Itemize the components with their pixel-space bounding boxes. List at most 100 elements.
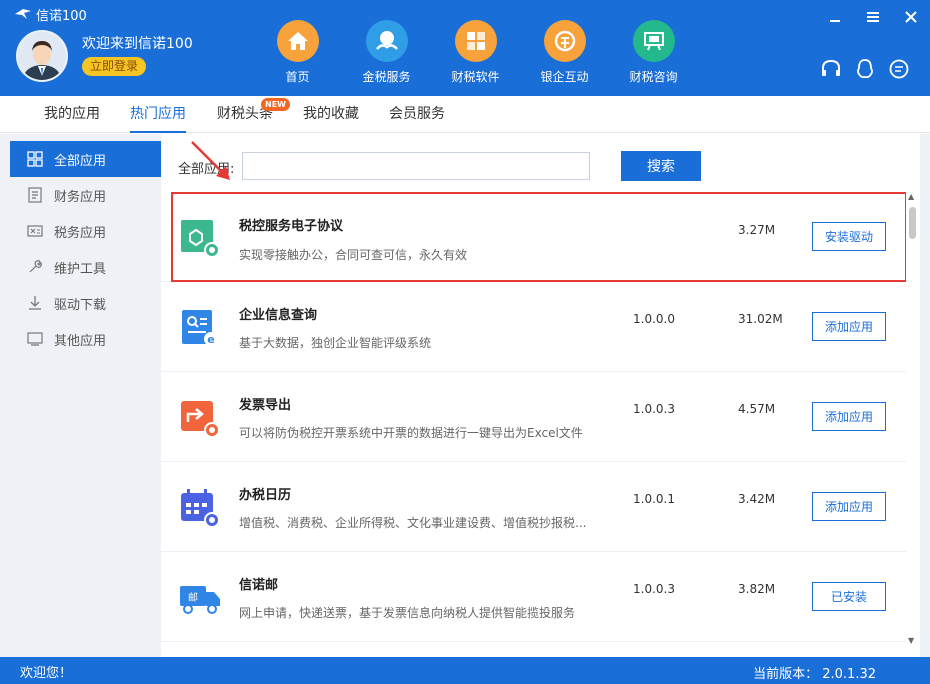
sidebar-item-all[interactable]: 全部应用 — [10, 141, 161, 177]
download-icon — [26, 294, 44, 312]
add-app-button[interactable]: 添加应用 — [812, 492, 886, 521]
nav-home[interactable]: 首页 — [253, 20, 342, 85]
app-name: 办税日历 — [239, 488, 292, 503]
version-label: 当前版本： 2.0.1.32 — [753, 667, 876, 682]
sidebar-item-label: 驱动下载 — [54, 297, 107, 313]
app-size: 31.02M — [738, 312, 783, 326]
nav-label: 财税软件 — [451, 70, 500, 84]
calendar-icon — [181, 489, 220, 528]
sidebar-item-download[interactable]: 驱动下载 — [10, 285, 161, 321]
app-size: 4.57M — [738, 402, 776, 416]
sidebar-item-label: 其他应用 — [54, 333, 107, 349]
nav-bank[interactable]: 银企互动 — [520, 20, 609, 85]
sidebar-item-label: 维护工具 — [54, 261, 107, 277]
grid-icon — [26, 150, 44, 168]
sidebar: 全部应用 财务应用 税务应用 维护工具 驱动下载 其他应用 — [10, 141, 161, 357]
nav-label: 首页 — [285, 70, 310, 84]
contract-icon — [181, 220, 220, 258]
close-icon[interactable] — [892, 0, 930, 34]
sidebar-item-tools[interactable]: 维护工具 — [10, 249, 161, 285]
app-desc: 可以将防伪税控开票系统中开票的数据进行一键导出为Excel文件 — [239, 426, 583, 440]
list-item: e 企业信息查询 基于大数据，独创企业智能评级系统 1.0.0.0 31.02M… — [161, 282, 906, 372]
status-bar: 欢迎您！ 当前版本： 2.0.1.32 — [0, 657, 930, 684]
new-badge: NEW — [261, 98, 290, 111]
app-name: 信诺邮 — [239, 578, 279, 593]
main-nav: 首页 金税服务 财税软件 银企互动 财税咨询 — [253, 20, 698, 85]
nav-tax-service[interactable]: 金税服务 — [342, 20, 431, 85]
app-version: 1.0.0.3 — [633, 582, 675, 596]
company-search-icon: e — [182, 310, 218, 346]
tab-hot-apps[interactable]: 热门应用 — [130, 96, 186, 133]
add-app-button[interactable]: 添加应用 — [812, 312, 886, 341]
svg-text:邮: 邮 — [188, 591, 198, 604]
nav-label: 金税服务 — [362, 70, 411, 84]
sidebar-item-tax[interactable]: 税务应用 — [10, 213, 161, 249]
tab-member[interactable]: 会员服务 — [389, 96, 445, 133]
chat-icon[interactable] — [888, 58, 910, 80]
login-button[interactable]: 立即登录 — [82, 57, 147, 76]
list-item: 发票导出 可以将防伪税控开票系统中开票的数据进行一键导出为Excel文件 1.0… — [161, 372, 906, 462]
list-item: 税控服务电子协议 实现零接触办公，合同可查可信，永久有效 3.27M 安装驱动 — [161, 192, 906, 282]
title-bar: 信诺100 — [14, 5, 87, 24]
menu-icon[interactable] — [854, 0, 892, 34]
add-app-button[interactable]: 添加应用 — [812, 402, 886, 431]
app-version: 1.0.0.1 — [633, 492, 675, 506]
sidebar-item-label: 税务应用 — [54, 225, 107, 241]
sidebar-item-label: 财务应用 — [54, 189, 107, 205]
installed-button[interactable]: 已安装 — [812, 582, 886, 611]
scrollbar[interactable] — [906, 192, 920, 655]
app-size: 3.82M — [738, 582, 776, 596]
app-desc: 基于大数据，独创企业智能评级系统 — [239, 336, 432, 350]
avatar[interactable] — [16, 30, 68, 82]
app-size: 3.27M — [738, 223, 776, 237]
nav-consult[interactable]: 财税咨询 — [609, 20, 698, 85]
tab-my-apps[interactable]: 我的应用 — [44, 96, 100, 133]
finance-icon — [26, 186, 44, 204]
sidebar-item-other[interactable]: 其他应用 — [10, 321, 161, 357]
wrench-icon — [26, 258, 44, 276]
tax-service-icon — [365, 20, 408, 62]
scroll-thumb[interactable] — [909, 207, 916, 239]
app-name: 税控服务电子协议 — [239, 219, 344, 234]
svg-text:e: e — [207, 333, 214, 346]
other-icon — [26, 330, 44, 348]
app-desc: 实现零接触办公，合同可查可信，永久有效 — [239, 248, 468, 262]
tab-bar: 我的应用 热门应用 财税头条 我的收藏 会员服务 — [0, 96, 930, 133]
tab-favorites[interactable]: 我的收藏 — [303, 96, 359, 133]
status-welcome: 欢迎您！ — [20, 666, 73, 681]
software-icon — [454, 20, 497, 62]
search-button[interactable]: 搜索 — [621, 151, 701, 181]
sidebar-item-finance[interactable]: 财务应用 — [10, 177, 161, 213]
home-icon — [276, 20, 319, 62]
search-input[interactable] — [242, 152, 590, 180]
minimize-icon[interactable] — [816, 0, 854, 34]
nav-software[interactable]: 财税软件 — [431, 20, 520, 85]
app-version: 1.0.0.3 — [633, 402, 675, 416]
app-version: 1.0.0.0 — [633, 312, 675, 326]
app-name: 发票导出 — [239, 398, 292, 413]
scroll-up-icon[interactable]: ▲ — [908, 192, 914, 201]
consult-icon — [632, 20, 675, 62]
delivery-truck-icon: 邮 — [180, 586, 220, 614]
app-desc: 网上申请，快递送票，基于发票信息向纳税人提供智能揽投服务 — [239, 606, 576, 620]
list-item: 办税日历 增值税、消费税、企业所得税、文化事业建设费、增值税抄报税... 1.0… — [161, 462, 906, 552]
app-size: 3.42M — [738, 492, 776, 506]
header-icons — [820, 58, 910, 80]
list-item: 邮 信诺邮 网上申请，快递送票，基于发票信息向纳税人提供智能揽投服务 1.0.0… — [161, 552, 906, 642]
app-title: 信诺100 — [36, 8, 87, 24]
tax-icon — [26, 222, 44, 240]
qq-icon[interactable] — [854, 58, 876, 80]
welcome-text: 欢迎来到信诺100 — [82, 36, 193, 52]
nav-label: 财税咨询 — [629, 70, 678, 84]
window-controls — [816, 0, 930, 34]
app-list: 税控服务电子协议 实现零接触办公，合同可查可信，永久有效 3.27M 安装驱动 … — [161, 192, 906, 642]
app-header: 信诺100 欢迎来到信诺100 立即登录 首页 金税服务 财税软件 银企互动 财… — [0, 0, 930, 96]
install-driver-button[interactable]: 安装驱动 — [812, 222, 886, 251]
bank-icon — [543, 20, 586, 62]
scroll-down-icon[interactable]: ▼ — [908, 636, 914, 645]
nav-label: 银企互动 — [540, 70, 589, 84]
app-desc: 增值税、消费税、企业所得税、文化事业建设费、增值税抄报税... — [239, 516, 587, 530]
app-name: 企业信息查询 — [239, 308, 318, 323]
app-logo-icon — [15, 9, 31, 19]
headset-icon[interactable] — [820, 58, 842, 80]
